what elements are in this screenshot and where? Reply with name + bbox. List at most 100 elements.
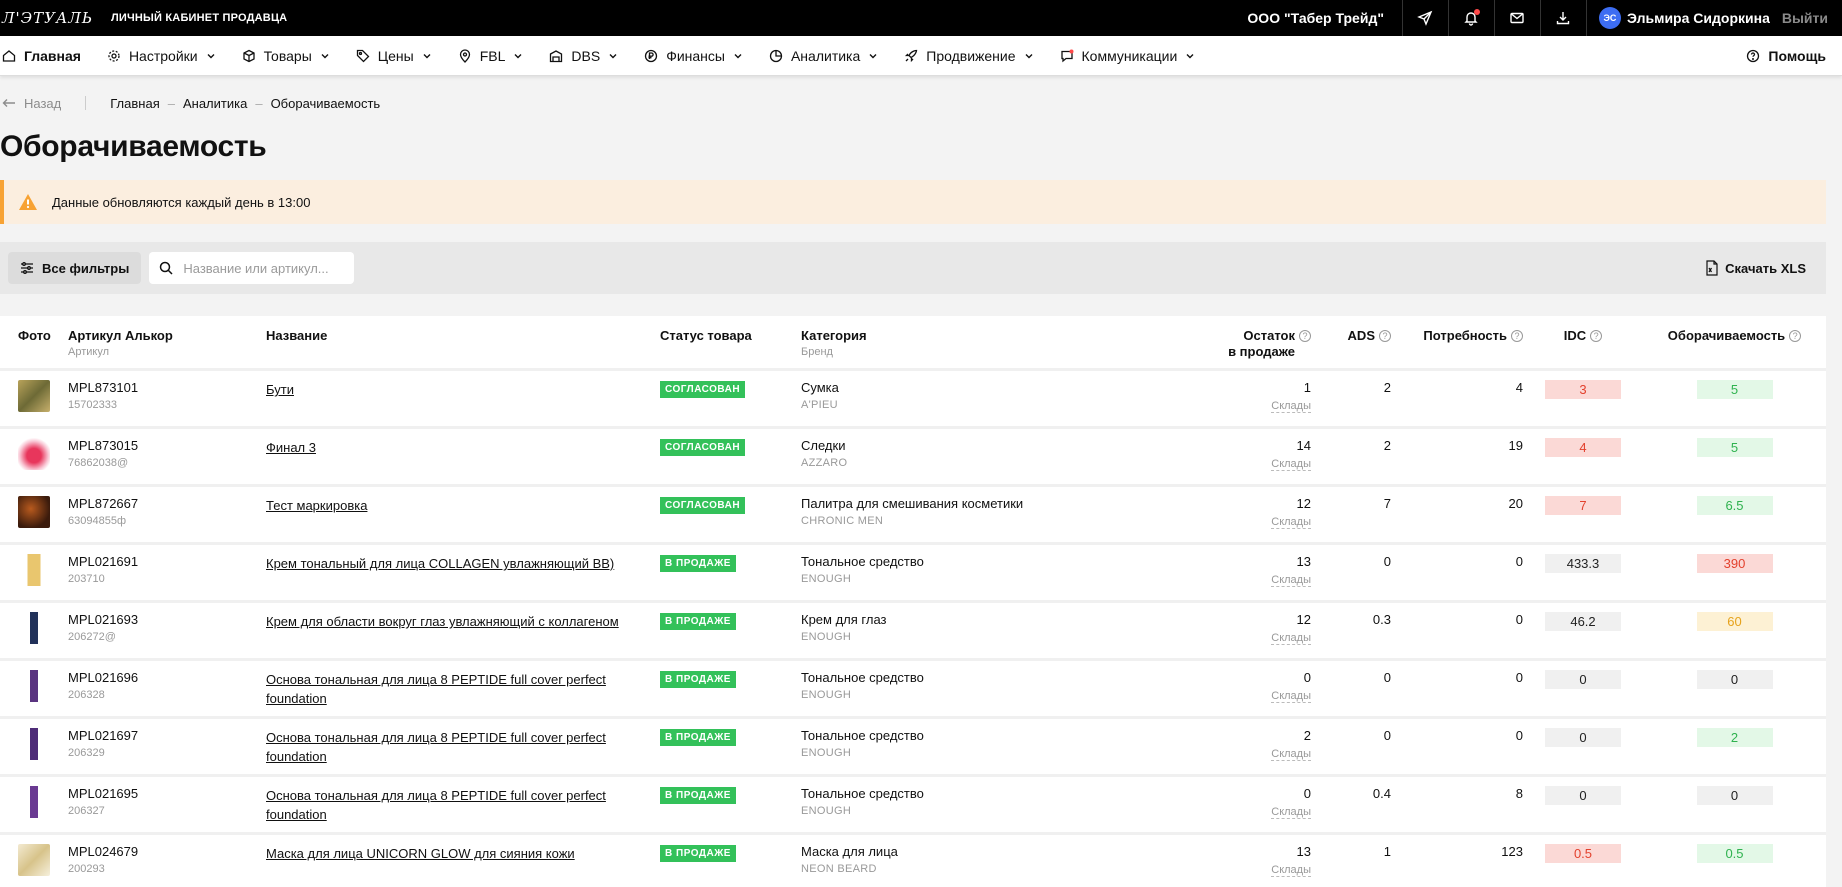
- product-name-link[interactable]: Бути: [266, 382, 294, 397]
- col-rest[interactable]: Остаток? в продаже: [1101, 328, 1311, 368]
- logo[interactable]: Л'ЭТУАЛЬ: [2, 9, 93, 27]
- product-thumbnail[interactable]: [18, 670, 50, 702]
- all-filters-button[interactable]: Все фильтры: [8, 252, 142, 284]
- warehouses-link[interactable]: Склады: [1271, 458, 1311, 471]
- nav-label: Цены: [377, 47, 414, 64]
- warehouses-link[interactable]: Склады: [1271, 690, 1311, 703]
- nav-label: Настройки: [128, 47, 198, 64]
- col-name[interactable]: Название: [266, 328, 660, 368]
- product-name-link[interactable]: Тест маркировка: [266, 498, 367, 513]
- product-thumbnail[interactable]: [18, 728, 50, 760]
- breadcrumb-home[interactable]: Главная: [110, 96, 159, 111]
- table-row[interactable]: MPL873101 15702333 Бути СОГЛАСОВАН Сумка…: [0, 371, 1826, 429]
- search-input[interactable]: [183, 260, 344, 276]
- article-sku: 203710: [68, 573, 105, 585]
- col-category[interactable]: Категория Бренд: [801, 328, 1101, 368]
- logout-button[interactable]: Выйти: [1782, 10, 1842, 26]
- idc-cell: 0.5: [1523, 844, 1643, 887]
- warehouses-link[interactable]: Склады: [1271, 516, 1311, 529]
- product-thumbnail[interactable]: [18, 786, 50, 818]
- messages-button[interactable]: [1495, 0, 1541, 36]
- col-status[interactable]: Статус товара: [660, 328, 801, 368]
- product-thumbnail[interactable]: [18, 496, 50, 528]
- back-button[interactable]: Назад: [0, 96, 87, 111]
- nav-item-home[interactable]: Главная: [0, 36, 94, 75]
- photo-cell: [0, 496, 68, 542]
- notifications-button[interactable]: [1449, 0, 1495, 36]
- col-ads[interactable]: ADS?: [1311, 328, 1391, 368]
- product-thumbnail[interactable]: [18, 554, 50, 586]
- col-article[interactable]: Артикул Алькор Артикул: [68, 328, 266, 368]
- nav-item-settings[interactable]: Настройки: [94, 36, 229, 75]
- product-thumbnail[interactable]: [18, 380, 50, 412]
- turnover-cell: 0.5: [1643, 844, 1826, 887]
- product-name-link[interactable]: Основа тональная для лица 8 PEPTIDE full…: [266, 788, 606, 822]
- nav-item-dbs[interactable]: DBS: [536, 36, 631, 75]
- warehouses-link[interactable]: Склады: [1271, 632, 1311, 645]
- article-code: MPL021693: [68, 612, 139, 627]
- product-thumbnail[interactable]: [18, 612, 50, 644]
- table-row[interactable]: MPL872667 63094855ф Тест маркировка СОГЛ…: [0, 487, 1826, 545]
- warehouses-link[interactable]: Склады: [1271, 748, 1311, 761]
- need-value: 123: [1501, 844, 1523, 859]
- col-turnover[interactable]: Оборачиваемость?: [1643, 328, 1826, 368]
- tag-icon: [356, 49, 370, 62]
- idc-cell: 4: [1523, 438, 1643, 484]
- product-thumbnail[interactable]: [18, 844, 50, 876]
- warehouses-link[interactable]: Склады: [1271, 806, 1311, 819]
- chevron-down-icon: [734, 53, 742, 58]
- warehouses-link[interactable]: Склады: [1271, 400, 1311, 413]
- product-name-link[interactable]: Крем тональный для лица COLLAGEN увлажня…: [266, 556, 614, 571]
- table-row[interactable]: MPL021697 206329 Основа тональная для ли…: [0, 719, 1826, 777]
- downloads-button[interactable]: [1541, 0, 1587, 36]
- need-value: 4: [1515, 380, 1523, 395]
- nav-item-promotion[interactable]: Продвижение: [891, 36, 1046, 75]
- company-selector[interactable]: ООО "Табер Трейд": [1229, 0, 1403, 36]
- idc-value: 4: [1545, 438, 1621, 457]
- user-menu[interactable]: ЭС Эльмира Сидоркина: [1587, 7, 1782, 29]
- warehouses-link[interactable]: Склады: [1271, 864, 1311, 877]
- question-icon[interactable]: ?: [1379, 330, 1391, 342]
- question-icon[interactable]: ?: [1511, 330, 1523, 342]
- turnover-cell: 390: [1643, 554, 1826, 600]
- download-xls-button[interactable]: Скачать XLS: [1705, 260, 1818, 276]
- product-name-link[interactable]: Финал 3: [266, 440, 316, 455]
- turnover-value: 0: [1696, 786, 1773, 805]
- avatar: ЭС: [1598, 7, 1621, 29]
- table-row[interactable]: MPL021693 206272@ Крем для области вокру…: [0, 603, 1826, 661]
- table-row[interactable]: MPL873015 76862038@ Финал 3 СОГЛАСОВАН С…: [0, 429, 1826, 487]
- table-row[interactable]: MPL021695 206327 Основа тональная для ли…: [0, 777, 1826, 835]
- table-row[interactable]: MPL021696 206328 Основа тональная для ли…: [0, 661, 1826, 719]
- turnover-cell: 6.5: [1643, 496, 1826, 542]
- nav-item-prices[interactable]: Цены: [343, 36, 445, 75]
- turnover-value: 6.5: [1696, 496, 1773, 515]
- article-cell: MPL021696 206328: [68, 670, 266, 716]
- question-icon[interactable]: ?: [1299, 330, 1311, 342]
- turnover-value: 5: [1696, 380, 1773, 399]
- nav-item-fbl[interactable]: FBL: [445, 36, 537, 75]
- product-name-link[interactable]: Основа тональная для лица 8 PEPTIDE full…: [266, 672, 606, 706]
- nav-item-products[interactable]: Товары: [229, 36, 343, 75]
- category-cell: Крем для глаз ENOUGH: [801, 612, 1101, 658]
- table-row[interactable]: MPL024679 200293 Маска для лица UNICORN …: [0, 835, 1826, 887]
- product-name-link[interactable]: Основа тональная для лица 8 PEPTIDE full…: [266, 730, 606, 764]
- product-name-link[interactable]: Маска для лица UNICORN GLOW для сияния к…: [266, 846, 575, 861]
- product-name-link[interactable]: Крем для области вокруг глаз увлажняющий…: [266, 614, 619, 629]
- telegram-button[interactable]: [1403, 0, 1449, 36]
- question-icon[interactable]: ?: [1789, 330, 1802, 342]
- breadcrumb-analytics[interactable]: Аналитика: [183, 96, 247, 111]
- alert-text: Данные обновляются каждый день в 13:00: [52, 194, 311, 210]
- nav-item-analytics[interactable]: Аналитика: [756, 36, 891, 75]
- rocket-icon: [905, 49, 918, 62]
- warehouse-icon: [550, 49, 563, 62]
- question-icon[interactable]: ?: [1590, 330, 1603, 342]
- warehouses-link[interactable]: Склады: [1271, 574, 1311, 587]
- col-need[interactable]: Потребность?: [1391, 328, 1523, 368]
- col-photo: Фото: [18, 328, 51, 343]
- table-row[interactable]: MPL021691 203710 Крем тональный для лица…: [0, 545, 1826, 603]
- help-button[interactable]: Помощь: [1746, 48, 1842, 64]
- nav-item-finance[interactable]: Финансы: [631, 36, 756, 75]
- col-idc[interactable]: IDC?: [1523, 328, 1643, 368]
- nav-item-communications[interactable]: Коммуникации: [1047, 36, 1209, 75]
- product-thumbnail[interactable]: [18, 438, 50, 470]
